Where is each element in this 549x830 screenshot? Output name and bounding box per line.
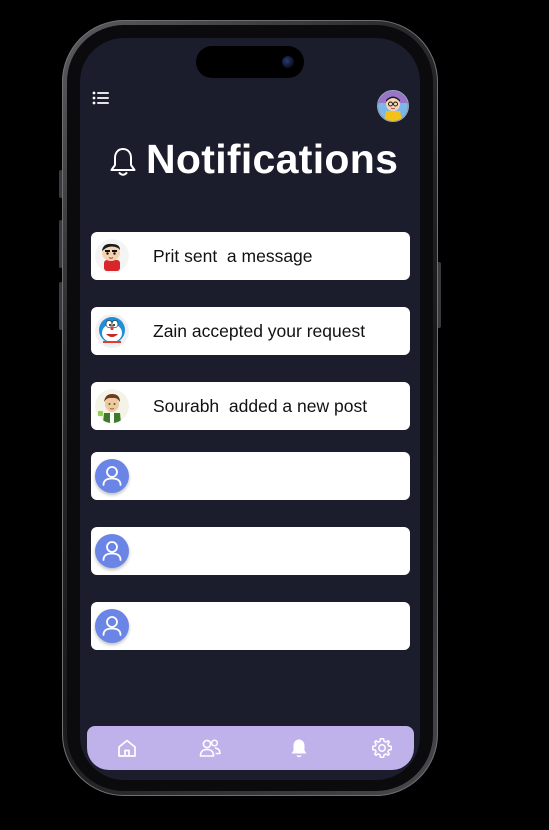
nobita-avatar-icon — [378, 91, 408, 121]
notification-card[interactable]: Zain accepted your request — [91, 307, 410, 355]
stage: Notifications Prit sent a message Zain a… — [0, 0, 549, 830]
home-icon[interactable] — [115, 736, 139, 760]
notification-text: Sourabh added a new post — [153, 396, 368, 416]
user-placeholder-icon — [95, 534, 129, 568]
bottom-nav — [87, 726, 414, 770]
notification-card[interactable] — [91, 452, 410, 500]
user-placeholder-icon — [95, 459, 129, 493]
phone-screen: Notifications Prit sent a message Zain a… — [80, 38, 420, 780]
notification-text: Zain accepted your request — [153, 321, 366, 341]
profile-avatar[interactable] — [377, 90, 409, 122]
notification-text: Prit sent a message — [153, 246, 313, 266]
bell-icon — [110, 148, 136, 176]
notification-card[interactable] — [91, 602, 410, 650]
shinchan-avatar — [95, 239, 129, 273]
camera-icon — [282, 56, 294, 68]
dynamic-island — [196, 46, 304, 78]
bell-icon[interactable] — [287, 736, 311, 760]
gear-icon[interactable] — [370, 736, 394, 760]
doraemon-avatar — [95, 314, 129, 348]
menu-icon[interactable] — [92, 90, 110, 106]
notification-card[interactable] — [91, 527, 410, 575]
page-title: Notifications — [146, 136, 399, 182]
notification-card[interactable]: Sourabh added a new post — [91, 382, 410, 430]
ben10-avatar — [95, 389, 129, 423]
user-placeholder-icon — [95, 609, 129, 643]
users-icon[interactable] — [198, 736, 222, 760]
notification-card[interactable]: Prit sent a message — [91, 232, 410, 280]
